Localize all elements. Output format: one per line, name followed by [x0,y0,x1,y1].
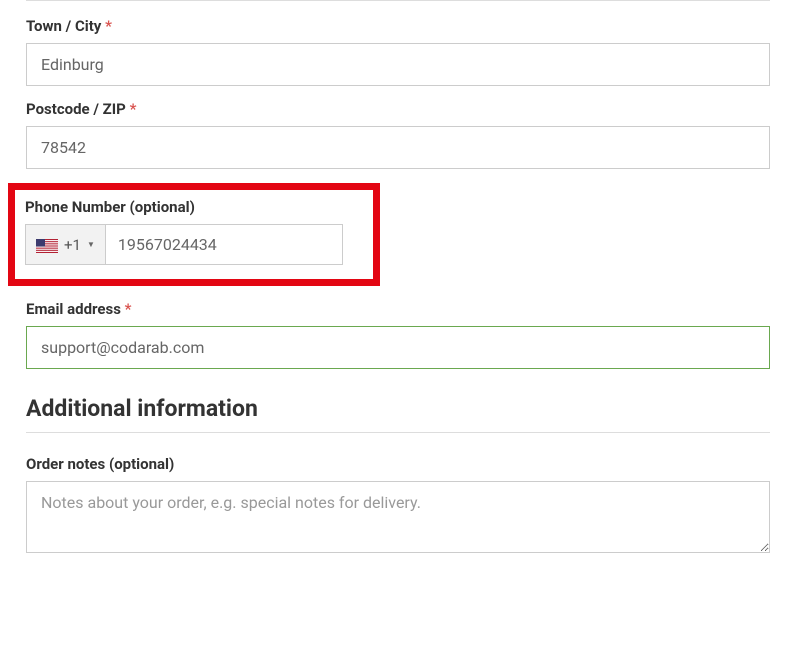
postcode-label: Postcode / ZIP * [26,100,770,118]
town-city-label-text: Town / City [26,17,101,35]
postcode-group: Postcode / ZIP * [26,100,770,169]
postcode-label-text: Postcode / ZIP [26,100,126,118]
phone-highlight-box: Phone Number (optional) +1 ▼ [8,183,380,286]
section-divider [26,432,770,433]
town-city-input[interactable] [26,43,770,86]
town-city-label: Town / City * [26,17,770,35]
order-notes-group: Order notes (optional) [26,455,770,557]
town-city-group: Town / City * [26,17,770,86]
email-group: Email address * [26,300,770,369]
email-label: Email address * [26,300,770,318]
phone-label: Phone Number (optional) [25,198,363,216]
chevron-down-icon: ▼ [87,240,95,249]
required-asterisk: * [125,300,132,318]
us-flag-icon [36,238,58,252]
phone-input-row: +1 ▼ [25,224,343,265]
postcode-input[interactable] [26,126,770,169]
previous-field-bottom-border [26,0,770,1]
email-input[interactable] [26,326,770,369]
phone-number-input[interactable] [106,225,342,264]
required-asterisk: * [130,100,137,118]
required-asterisk: * [105,17,112,35]
country-code-selector[interactable]: +1 ▼ [26,225,106,264]
order-notes-textarea[interactable] [26,481,770,553]
additional-information-heading: Additional information [26,395,770,422]
order-notes-label: Order notes (optional) [26,455,770,473]
email-label-text: Email address [26,300,121,318]
dial-code: +1 [64,236,81,254]
